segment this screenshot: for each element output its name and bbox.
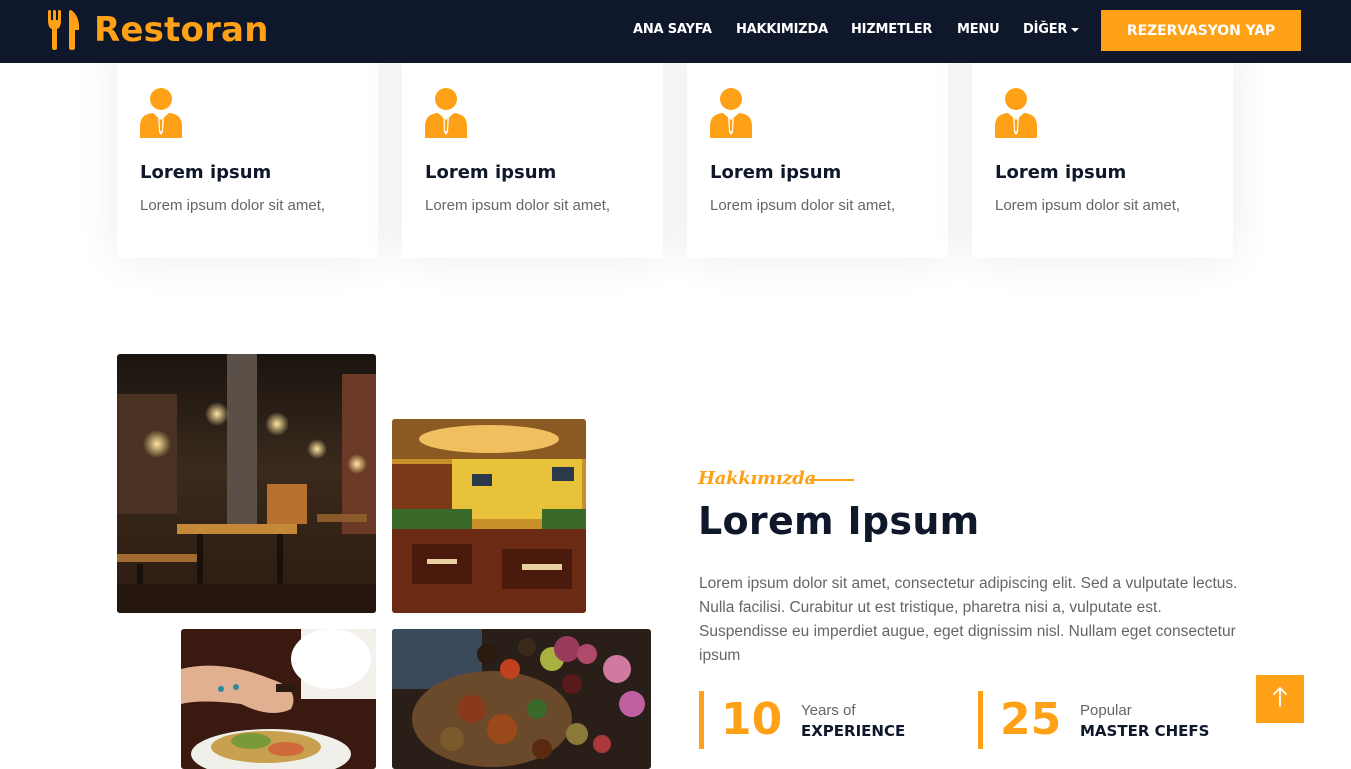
stat-label-small: Popular bbox=[1080, 702, 1132, 719]
service-text: Lorem ipsum dolor sit amet, bbox=[710, 197, 896, 214]
service-title: Lorem ipsum bbox=[425, 162, 557, 183]
utensils-icon bbox=[47, 10, 81, 50]
brand-name: Restoran bbox=[94, 10, 269, 50]
user-tie-icon bbox=[139, 88, 183, 143]
back-to-top-button[interactable] bbox=[1256, 675, 1304, 723]
service-card: Lorem ipsum Lorem ipsum dolor sit amet, bbox=[972, 40, 1233, 258]
nav-link-services[interactable]: HIZMETLER bbox=[851, 22, 932, 37]
brand-logo[interactable]: Restoran bbox=[47, 8, 269, 52]
dining-hand-photo bbox=[181, 629, 376, 769]
service-card: Lorem ipsum Lorem ipsum dolor sit amet, bbox=[687, 40, 948, 258]
user-tie-icon bbox=[994, 88, 1038, 143]
about-paragraph: Lorem ipsum dolor sit amet, consectetur … bbox=[699, 575, 1238, 664]
stat-number: 25 bbox=[1000, 694, 1062, 745]
user-tie-icon bbox=[709, 88, 753, 143]
food-platter-photo bbox=[392, 629, 651, 769]
service-card: Lorem ipsum Lorem ipsum dolor sit amet, bbox=[117, 40, 378, 258]
about-eyebrow: Hakkımızda bbox=[698, 468, 816, 489]
service-title: Lorem ipsum bbox=[995, 162, 1127, 183]
nav-dropdown-other[interactable]: DİĞER bbox=[1023, 22, 1080, 37]
service-text: Lorem ipsum dolor sit amet, bbox=[995, 197, 1181, 214]
service-text: Lorem ipsum dolor sit amet, bbox=[425, 197, 611, 214]
stat-divider bbox=[978, 691, 983, 749]
reservation-button[interactable]: REZERVASYON YAP bbox=[1101, 10, 1301, 51]
nav-link-about[interactable]: HAKKIMIZDA bbox=[736, 22, 828, 37]
restaurant-interior-photo-1 bbox=[117, 354, 376, 613]
caret-down-icon bbox=[1071, 27, 1080, 32]
restaurant-interior-photo-2 bbox=[392, 419, 586, 613]
stat-label-small: Years of bbox=[801, 702, 856, 719]
service-title: Lorem ipsum bbox=[140, 162, 272, 183]
service-title: Lorem ipsum bbox=[710, 162, 842, 183]
stat-divider bbox=[699, 691, 704, 749]
navbar: Restoran ANA SAYFA HAKKIMIZDA HIZMETLER … bbox=[0, 0, 1351, 63]
stat-number: 10 bbox=[721, 694, 783, 745]
user-tie-icon bbox=[424, 88, 468, 143]
stat-label-big: EXPERIENCE bbox=[801, 722, 906, 740]
service-text: Lorem ipsum dolor sit amet, bbox=[140, 197, 326, 214]
eyebrow-divider bbox=[809, 479, 854, 481]
nav-link-menu[interactable]: MENU bbox=[957, 22, 1000, 37]
nav-dropdown-label: DİĞER bbox=[1023, 22, 1068, 37]
service-card: Lorem ipsum Lorem ipsum dolor sit amet, bbox=[402, 40, 663, 258]
arrow-up-icon bbox=[1273, 686, 1287, 712]
stat-label-big: MASTER CHEFS bbox=[1080, 722, 1210, 740]
about-title: Lorem Ipsum bbox=[698, 499, 980, 543]
nav-link-home[interactable]: ANA SAYFA bbox=[633, 22, 712, 37]
